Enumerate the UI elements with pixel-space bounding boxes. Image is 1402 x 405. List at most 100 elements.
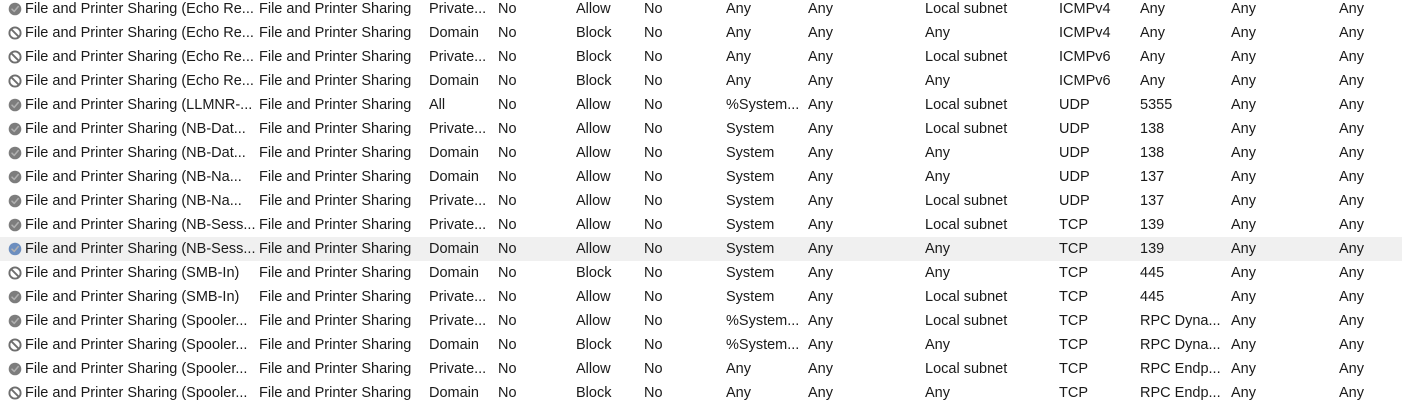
table-row[interactable]: File and Printer Sharing (NB-Sess... File… (0, 237, 1402, 261)
rule-name: File and Printer Sharing (SMB-In) (25, 289, 240, 305)
rule-program: Any (726, 25, 751, 41)
rule-remote-address: Local subnet (925, 121, 1008, 137)
rule-authorized-users: Any (1339, 121, 1364, 137)
rule-group: File and Printer Sharing (259, 121, 412, 137)
rule-action: Allow (576, 169, 611, 185)
table-row[interactable]: File and Printer Sharing (Spooler... File… (0, 333, 1402, 357)
rule-local-address: Any (808, 121, 833, 137)
rule-action: Block (576, 25, 612, 41)
rule-action: Allow (576, 289, 611, 305)
rule-override: No (644, 121, 663, 137)
rule-name: File and Printer Sharing (SMB-In) (25, 265, 240, 281)
rule-profile: Domain (429, 385, 479, 401)
rule-remote-port: Any (1231, 73, 1256, 89)
allow-disabled-icon (8, 242, 22, 256)
rule-profile: Private... (429, 289, 487, 305)
rule-enabled: No (498, 289, 517, 305)
rule-protocol: UDP (1059, 145, 1090, 161)
firewall-rules-list[interactable]: File and Printer Sharing (Echo Re... File… (0, 0, 1402, 405)
rule-enabled: No (498, 361, 517, 377)
rule-program: %System... (726, 337, 800, 353)
table-row[interactable]: File and Printer Sharing (NB-Na... File a… (0, 165, 1402, 189)
rule-profile: Domain (429, 145, 479, 161)
rule-action: Allow (576, 193, 611, 209)
rule-remote-address: Any (925, 385, 950, 401)
rule-group: File and Printer Sharing (259, 1, 412, 17)
rule-group: File and Printer Sharing (259, 265, 412, 281)
rule-local-port: RPC Endp... (1140, 385, 1221, 401)
table-row[interactable]: File and Printer Sharing (Spooler... File… (0, 309, 1402, 333)
rule-group: File and Printer Sharing (259, 289, 412, 305)
rule-action: Allow (576, 1, 611, 17)
rule-remote-port: Any (1231, 361, 1256, 377)
rule-group: File and Printer Sharing (259, 193, 412, 209)
rule-enabled: No (498, 193, 517, 209)
rule-local-address: Any (808, 193, 833, 209)
rule-protocol: TCP (1059, 241, 1088, 257)
rule-remote-address: Local subnet (925, 289, 1008, 305)
table-row[interactable]: File and Printer Sharing (NB-Na... File a… (0, 189, 1402, 213)
rule-name: File and Printer Sharing (Spooler... (25, 337, 248, 353)
rule-local-address: Any (808, 289, 833, 305)
table-row[interactable]: File and Printer Sharing (SMB-In) File an… (0, 261, 1402, 285)
table-row[interactable]: File and Printer Sharing (Echo Re... File… (0, 0, 1402, 21)
rule-action: Allow (576, 313, 611, 329)
table-row[interactable]: File and Printer Sharing (NB-Dat... File … (0, 117, 1402, 141)
rule-action: Block (576, 265, 612, 281)
rule-local-address: Any (808, 337, 833, 353)
rule-enabled: No (498, 169, 517, 185)
rule-override: No (644, 337, 663, 353)
rule-group: File and Printer Sharing (259, 49, 412, 65)
rule-group: File and Printer Sharing (259, 73, 412, 89)
table-row[interactable]: File and Printer Sharing (Echo Re... File… (0, 69, 1402, 93)
rule-action: Allow (576, 217, 611, 233)
rule-protocol: TCP (1059, 289, 1088, 305)
rule-program: Any (726, 361, 751, 377)
rule-program: %System... (726, 313, 800, 329)
rule-action: Allow (576, 361, 611, 377)
rule-authorized-users: Any (1339, 313, 1364, 329)
rule-local-port: Any (1140, 1, 1165, 17)
rule-remote-port: Any (1231, 313, 1256, 329)
rule-name: File and Printer Sharing (NB-Na... (25, 193, 242, 209)
block-disabled-icon (8, 266, 22, 280)
rule-authorized-users: Any (1339, 361, 1364, 377)
rule-local-address: Any (808, 385, 833, 401)
table-row[interactable]: File and Printer Sharing (SMB-In) File an… (0, 285, 1402, 309)
rule-enabled: No (498, 97, 517, 113)
table-row[interactable]: File and Printer Sharing (LLMNR-... File … (0, 93, 1402, 117)
rule-override: No (644, 313, 663, 329)
rule-remote-address: Local subnet (925, 1, 1008, 17)
rule-authorized-users: Any (1339, 25, 1364, 41)
rule-authorized-users: Any (1339, 49, 1364, 65)
rule-authorized-users: Any (1339, 241, 1364, 257)
block-disabled-icon (8, 338, 22, 352)
rule-name: File and Printer Sharing (Spooler... (25, 385, 248, 401)
rule-name: File and Printer Sharing (NB-Na... (25, 169, 242, 185)
rule-action: Allow (576, 121, 611, 137)
allow-disabled-icon (8, 122, 22, 136)
table-row[interactable]: File and Printer Sharing (NB-Dat... File … (0, 141, 1402, 165)
rule-override: No (644, 169, 663, 185)
rule-override: No (644, 193, 663, 209)
rule-local-port: 445 (1140, 265, 1165, 281)
rule-override: No (644, 241, 663, 257)
rule-protocol: UDP (1059, 193, 1090, 209)
rule-authorized-users: Any (1339, 193, 1364, 209)
rule-profile: Private... (429, 49, 487, 65)
rule-remote-address: Any (925, 241, 950, 257)
table-row[interactable]: File and Printer Sharing (Echo Re... File… (0, 21, 1402, 45)
rule-remote-address: Any (925, 73, 950, 89)
allow-disabled-icon (8, 314, 22, 328)
rule-remote-port: Any (1231, 265, 1256, 281)
rule-local-address: Any (808, 241, 833, 257)
table-row[interactable]: File and Printer Sharing (Echo Re... File… (0, 45, 1402, 69)
rule-override: No (644, 265, 663, 281)
rule-profile: Private... (429, 313, 487, 329)
rule-remote-port: Any (1231, 121, 1256, 137)
table-row[interactable]: File and Printer Sharing (Spooler... File… (0, 357, 1402, 381)
rule-name: File and Printer Sharing (NB-Dat... (25, 145, 246, 161)
table-row[interactable]: File and Printer Sharing (Spooler... File… (0, 381, 1402, 405)
table-row[interactable]: File and Printer Sharing (NB-Sess... File… (0, 213, 1402, 237)
allow-disabled-icon (8, 98, 22, 112)
